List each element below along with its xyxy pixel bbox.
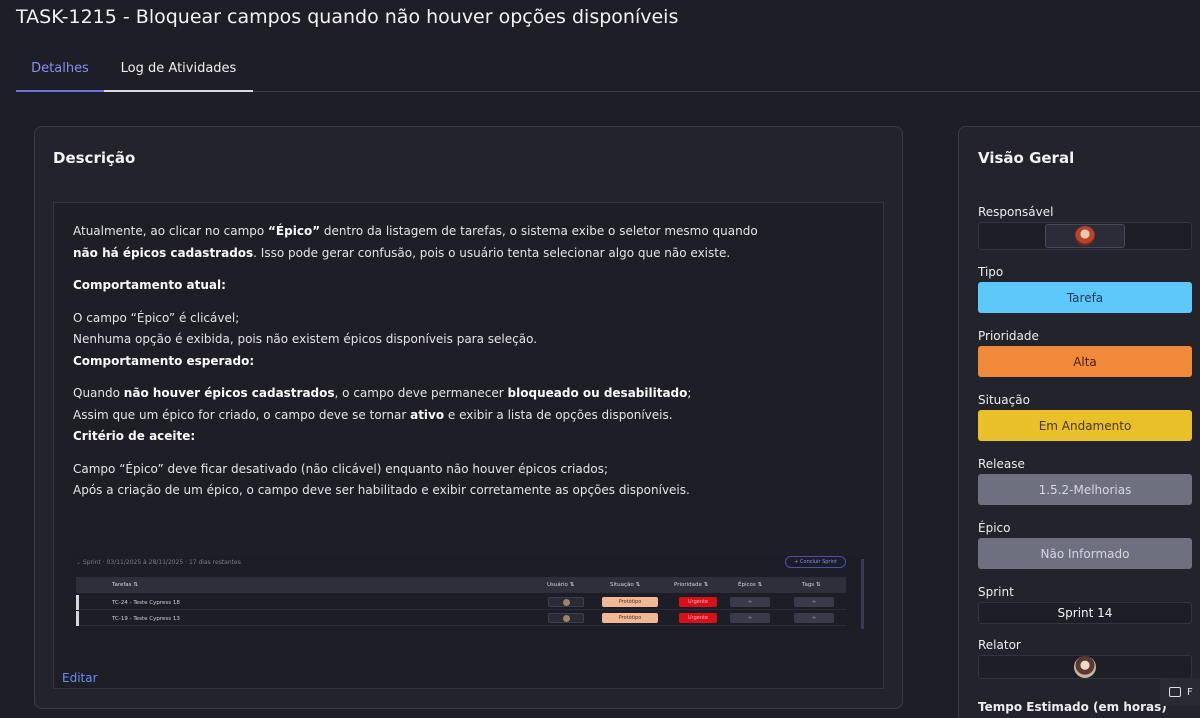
col-usuario: Usuário ⇅ bbox=[547, 582, 575, 588]
release-label: Release bbox=[978, 457, 1025, 471]
row-tags: + bbox=[794, 613, 834, 623]
sprint-line: ⌄ Sprint · 03/11/2025 à 28/11/2025 · 17 … bbox=[76, 559, 241, 566]
text-strong: não há épicos cadastrados bbox=[73, 245, 254, 260]
text-span: Assim que um épico for criado, o campo d… bbox=[73, 407, 411, 422]
table-row: TC-19 - Teste Cypress 13 Protótipo Urgen… bbox=[76, 611, 846, 626]
text-strong: “Épico” bbox=[268, 224, 321, 238]
expected-item-1: Quando não houver épicos cadastrados, o … bbox=[73, 383, 833, 405]
epico-label: Épico bbox=[978, 521, 1011, 535]
row-task: TC-24 - Teste Cypress 18 bbox=[112, 600, 180, 606]
embedded-screenshot: ⌄ Sprint · 03/11/2025 à 28/11/2025 · 17 … bbox=[74, 555, 866, 631]
floating-widget-label: F bbox=[1187, 686, 1193, 698]
responsavel-label: Responsável bbox=[978, 205, 1054, 219]
row-avatar bbox=[548, 613, 584, 623]
expected-item-2: Assim que um épico for criado, o campo d… bbox=[73, 405, 833, 427]
text-strong: bloqueado ou desabilitado bbox=[507, 386, 688, 400]
row-status: Protótipo bbox=[602, 597, 658, 607]
text-span: , o campo deve permanecer bbox=[334, 386, 508, 400]
tempo-estimado-label: Tempo Estimado (em horas) bbox=[978, 700, 1167, 714]
heading-criterio-aceite: Critério de aceite: bbox=[73, 429, 196, 443]
sprint-label: Sprint bbox=[978, 585, 1014, 599]
tab-log-atividades[interactable]: Log de Atividades bbox=[104, 52, 253, 92]
col-tarefas: Tarefas ⇅ bbox=[112, 582, 138, 588]
prioridade-label: Prioridade bbox=[978, 329, 1039, 343]
table-header: Tarefas ⇅ Usuário ⇅ Situação ⇅ Prioridad… bbox=[76, 577, 846, 593]
responsavel-field[interactable] bbox=[978, 222, 1192, 250]
window-icon bbox=[1169, 687, 1181, 697]
criteria-item-2: Após a criação de um épico, o campo deve… bbox=[73, 483, 690, 497]
current-item-2: Nenhuma opção é exibida, pois não existe… bbox=[73, 332, 538, 346]
heading-comportamento-esperado: Comportamento esperado: bbox=[73, 353, 255, 368]
responsavel-chip[interactable] bbox=[1045, 224, 1125, 248]
tab-bar: Detalhes Log de Atividades bbox=[16, 52, 1200, 92]
tipo-select[interactable]: Tarefa bbox=[978, 282, 1192, 313]
row-epic: + bbox=[730, 613, 770, 623]
intro-paragraph: Atualmente, ao clicar no campo “Épico” d… bbox=[73, 221, 833, 264]
release-select[interactable]: 1.5.2-Melhorias bbox=[978, 474, 1192, 505]
col-prioridade: Prioridade ⇅ bbox=[674, 582, 709, 588]
description-title: Descrição bbox=[53, 149, 136, 167]
heading-comportamento-atual: Comportamento atual: bbox=[73, 278, 226, 292]
text-strong: ativo bbox=[410, 407, 445, 422]
criteria-item-1: Campo “Épico” deve ficar desativado (não… bbox=[73, 461, 608, 476]
row-status: Protótipo bbox=[602, 613, 658, 623]
avatar bbox=[1074, 656, 1096, 678]
row-priority: Urgente bbox=[679, 613, 717, 623]
epico-select[interactable]: Não Informado bbox=[978, 538, 1192, 569]
text-span: dentro da listagem de tarefas, o sistema… bbox=[320, 224, 758, 238]
row-task: TC-19 - Teste Cypress 13 bbox=[112, 616, 180, 622]
row-avatar bbox=[548, 597, 584, 607]
text-span: e exibir a lista de opções disponíveis. bbox=[444, 407, 673, 422]
row-tags: + bbox=[794, 597, 834, 607]
text-span: Atualmente, ao clicar no campo bbox=[73, 224, 269, 238]
page-title: TASK-1215 - Bloquear campos quando não h… bbox=[16, 6, 679, 28]
row-priority: Urgente bbox=[679, 597, 717, 607]
floating-widget[interactable]: F bbox=[1160, 678, 1200, 706]
table-row: TC-24 - Teste Cypress 18 Protótipo Urgen… bbox=[76, 595, 846, 610]
tipo-label: Tipo bbox=[978, 265, 1004, 279]
col-epicos: Épicos ⇅ bbox=[738, 582, 763, 588]
description-text: Atualmente, ao clicar no campo “Épico” d… bbox=[73, 221, 833, 502]
text-strong: não houver épicos cadastrados bbox=[123, 386, 335, 400]
text-span: . Isso pode gerar confusão, pois o usuár… bbox=[253, 245, 731, 260]
relator-label: Relator bbox=[978, 638, 1021, 652]
col-tags: Tags ⇅ bbox=[802, 582, 821, 588]
situacao-label: Situação bbox=[978, 393, 1030, 407]
situacao-select[interactable]: Em Andamento bbox=[978, 410, 1192, 441]
col-situacao: Situação ⇅ bbox=[610, 582, 641, 588]
text-span: ; bbox=[687, 386, 692, 400]
overview-title: Visão Geral bbox=[978, 149, 1075, 167]
prioridade-select[interactable]: Alta bbox=[978, 346, 1192, 377]
description-content: Atualmente, ao clicar no campo “Épico” d… bbox=[53, 202, 884, 689]
description-card: Descrição Atualmente, ao clicar no campo… bbox=[34, 126, 903, 709]
current-item-1: O campo “Épico” é clicável; bbox=[73, 310, 240, 325]
scrollbar bbox=[861, 559, 864, 629]
edit-link[interactable]: Editar bbox=[62, 671, 98, 685]
concluir-sprint-button: + Concluir Sprint bbox=[785, 556, 846, 568]
overview-card: Visão Geral Responsável Tipo Tarefa Prio… bbox=[958, 126, 1200, 718]
text-span: Quando bbox=[73, 386, 124, 400]
sprint-select[interactable]: Sprint 14 bbox=[978, 602, 1192, 624]
tab-detalhes[interactable]: Detalhes bbox=[16, 52, 104, 92]
avatar bbox=[1075, 226, 1095, 246]
row-epic: + bbox=[730, 597, 770, 607]
relator-field bbox=[978, 655, 1192, 679]
